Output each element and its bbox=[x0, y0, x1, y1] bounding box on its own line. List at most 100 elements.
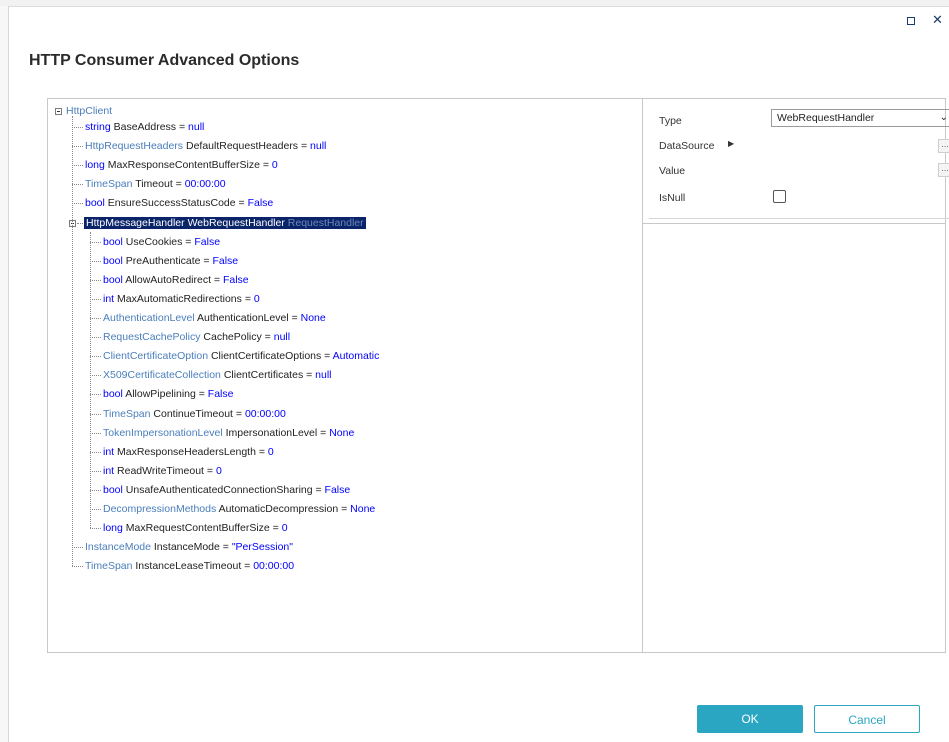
tree-node-equals: = bbox=[312, 483, 325, 496]
tree-node[interactable]: InstanceMode InstanceMode = "PerSession" bbox=[85, 540, 293, 554]
tree-node[interactable]: TokenImpersonationLevel ImpersonationLev… bbox=[103, 426, 354, 440]
tree-node-value: 0 bbox=[281, 522, 288, 535]
type-label: Type bbox=[659, 115, 682, 127]
tree-connector bbox=[90, 356, 101, 358]
tree-node-handler[interactable]: HttpMessageHandler WebRequestHandler Req… bbox=[84, 216, 366, 230]
tree-node-value: False bbox=[194, 235, 221, 248]
tree-connector bbox=[72, 127, 83, 128]
type-select[interactable]: WebRequestHandler ⌄ bbox=[771, 109, 949, 127]
tree-node-value: null bbox=[315, 369, 332, 382]
tree-node-value: None bbox=[329, 426, 355, 439]
tree-connector bbox=[90, 528, 101, 530]
tree-node-name: ContinueTimeout bbox=[153, 407, 233, 420]
tree-node-type: bool bbox=[103, 235, 123, 248]
tree-node-name: ReadWriteTimeout bbox=[117, 464, 204, 477]
tree-node-equals: = bbox=[269, 522, 282, 535]
tree-node[interactable]: ClientCertificateOption ClientCertificat… bbox=[103, 349, 379, 363]
close-icon[interactable]: ✕ bbox=[932, 12, 943, 28]
maximize-icon[interactable] bbox=[907, 17, 915, 25]
tree-connector bbox=[72, 165, 83, 167]
tree-node-equals: = bbox=[182, 235, 195, 248]
tree-node-name: MaxRequestContentBufferSize bbox=[125, 522, 270, 535]
tree-node[interactable]: DecompressionMethods AutomaticDecompress… bbox=[103, 502, 375, 516]
tree-node[interactable]: AuthenticationLevel AuthenticationLevel … bbox=[103, 311, 326, 325]
tree-node[interactable]: bool UnsafeAuthenticatedConnectionSharin… bbox=[103, 483, 350, 497]
tree-node-value: 00:00:00 bbox=[184, 178, 226, 191]
chevron-down-icon: ⌄ bbox=[939, 112, 948, 123]
tree-node-value: null bbox=[188, 121, 205, 133]
isnull-checkbox[interactable] bbox=[773, 190, 786, 203]
tree-node-name: EnsureSuccessStatusCode bbox=[107, 197, 236, 210]
play-icon[interactable]: ▶ bbox=[728, 139, 734, 148]
tree-node-type: TimeSpan bbox=[85, 560, 133, 573]
tree-node-selected: HttpMessageHandler WebRequestHandler Req… bbox=[84, 216, 366, 229]
tree-node-equals: = bbox=[317, 426, 330, 439]
tree-node-value: False bbox=[247, 197, 274, 210]
divider bbox=[649, 218, 949, 219]
tree-node[interactable]: X509CertificateCollection ClientCertific… bbox=[103, 368, 332, 382]
tree-node-type: string bbox=[85, 121, 111, 133]
tree-node-equals: = bbox=[261, 331, 274, 344]
tree-node-equals: = bbox=[235, 197, 248, 210]
tree-node-type: InstanceMode bbox=[85, 541, 151, 554]
tree-node-equals: = bbox=[288, 312, 301, 324]
tree-node-type: bool bbox=[85, 197, 105, 210]
tree-node[interactable]: bool EnsureSuccessStatusCode = False bbox=[85, 196, 273, 210]
tree-node[interactable]: long MaxResponseContentBufferSize = 0 bbox=[85, 158, 278, 172]
tree-node-equals: = bbox=[298, 140, 311, 153]
tree-connector bbox=[90, 241, 101, 243]
tree-node-name: UnsafeAuthenticatedConnectionSharing bbox=[125, 483, 313, 496]
value-ellipsis-button[interactable]: ... bbox=[938, 163, 949, 177]
tree-connector bbox=[77, 222, 83, 224]
cancel-button[interactable]: Cancel bbox=[814, 705, 920, 733]
tree-node-value: False bbox=[222, 273, 249, 286]
tree-node-name: PreAuthenticate bbox=[125, 254, 201, 267]
tree-node-type: TimeSpan bbox=[103, 407, 151, 420]
tree-node-name: MaxResponseHeadersLength bbox=[117, 445, 256, 458]
tree-node[interactable]: int MaxAutomaticRedirections = 0 bbox=[103, 292, 260, 306]
tree-node[interactable]: TimeSpan Timeout = 00:00:00 bbox=[85, 177, 226, 191]
tree-node[interactable]: string BaseAddress = null bbox=[85, 120, 204, 134]
tree-node-type: int bbox=[103, 445, 115, 458]
tree-node[interactable]: HttpRequestHeaders DefaultRequestHeaders… bbox=[85, 139, 326, 153]
tree-node-type: bool bbox=[103, 254, 123, 267]
tree-node-type: HttpMessageHandler bbox=[86, 216, 185, 229]
tree-connector bbox=[90, 509, 101, 510]
tree-connector bbox=[90, 260, 101, 262]
ok-button[interactable]: OK bbox=[697, 705, 803, 733]
tree-node-equals: = bbox=[211, 273, 223, 286]
tree-connector bbox=[72, 116, 73, 567]
tree-node-type: bool bbox=[103, 273, 123, 286]
tree-connector bbox=[90, 337, 101, 339]
tree-node[interactable]: bool AllowPipelining = False bbox=[103, 387, 233, 401]
tree-node[interactable]: RequestCachePolicy CachePolicy = null bbox=[103, 330, 290, 344]
tree-node[interactable]: bool PreAuthenticate = False bbox=[103, 254, 238, 268]
collapse-icon[interactable] bbox=[55, 108, 62, 115]
tree-node-type: HttpRequestHeaders bbox=[85, 140, 184, 153]
tree-connector bbox=[72, 566, 83, 568]
tree-node-type: bool bbox=[103, 483, 123, 496]
tree-connector bbox=[90, 451, 101, 453]
tree-node-equals: = bbox=[338, 503, 351, 515]
tree-node[interactable]: int MaxResponseHeadersLength = 0 bbox=[103, 445, 274, 459]
tree-node-type: AuthenticationLevel bbox=[103, 312, 195, 324]
tree-connector bbox=[90, 432, 101, 434]
tree-node[interactable]: TimeSpan ContinueTimeout = 00:00:00 bbox=[103, 407, 286, 421]
divider bbox=[643, 223, 945, 224]
type-select-value: WebRequestHandler bbox=[777, 112, 875, 124]
datasource-ellipsis-button[interactable]: ... bbox=[938, 139, 949, 153]
options-tree[interactable]: HttpClient string BaseAddress = null HttpR… bbox=[48, 99, 643, 652]
tree-node-equals: = bbox=[259, 159, 272, 172]
tree-node-name: InstanceMode bbox=[153, 541, 220, 554]
tree-node-type: long bbox=[85, 159, 105, 172]
tree-node[interactable]: TimeSpan InstanceLeaseTimeout = 00:00:00 bbox=[85, 559, 294, 573]
tree-node[interactable]: int ReadWriteTimeout = 0 bbox=[103, 464, 222, 478]
tree-node[interactable]: long MaxRequestContentBufferSize = 0 bbox=[103, 521, 288, 535]
tree-node[interactable]: bool AllowAutoRedirect = False bbox=[103, 273, 249, 287]
property-panel: Type WebRequestHandler ⌄ DataSource ▶ ..… bbox=[643, 99, 949, 652]
tree-node-equals: = bbox=[241, 292, 254, 305]
tree-node[interactable]: bool UseCookies = False bbox=[103, 235, 220, 249]
tree-node-name: ClientCertificateOptions bbox=[210, 350, 322, 363]
tree-node-name: MaxAutomaticRedirections bbox=[117, 292, 242, 305]
tree-node-equals: = bbox=[241, 560, 254, 573]
